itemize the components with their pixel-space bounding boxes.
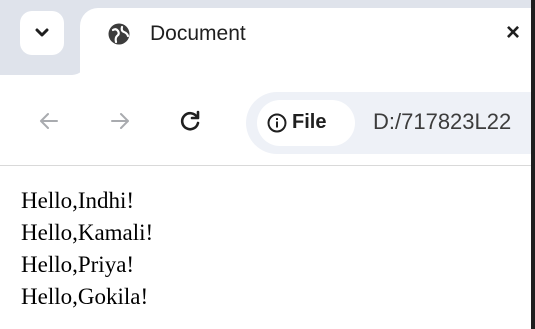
browser-window: Document × File D:/717823L22 Hello,Indhi… xyxy=(0,0,535,329)
tab-search-button[interactable] xyxy=(17,10,67,56)
globe-icon xyxy=(108,23,130,45)
reload-button[interactable] xyxy=(176,107,204,135)
reload-icon xyxy=(180,110,200,131)
arrow-right-icon xyxy=(111,113,129,129)
forward-button[interactable] xyxy=(106,107,134,135)
tab-title: Document xyxy=(150,22,246,45)
window-edge xyxy=(531,0,535,329)
toolbar-divider xyxy=(0,165,535,166)
arrow-left-icon xyxy=(40,113,58,129)
page-content: Hello,Indhi! Hello,Kamali! Hello,Priya! … xyxy=(21,185,153,313)
url-text[interactable]: D:/717823L22 xyxy=(373,109,511,135)
tab-close-button[interactable]: × xyxy=(506,20,520,46)
greeting-line: Hello,Priya! xyxy=(21,252,135,277)
active-tab[interactable] xyxy=(80,8,535,75)
greeting-line: Hello,Gokila! xyxy=(21,284,149,309)
greeting-line: Hello,Kamali! xyxy=(21,220,154,245)
chevron-down-icon xyxy=(35,28,49,37)
info-icon xyxy=(267,113,287,133)
back-button[interactable] xyxy=(35,107,63,135)
tab-search-inner xyxy=(20,11,64,55)
chip-label: File xyxy=(292,111,327,133)
greeting-line: Hello,Indhi! xyxy=(21,188,135,213)
